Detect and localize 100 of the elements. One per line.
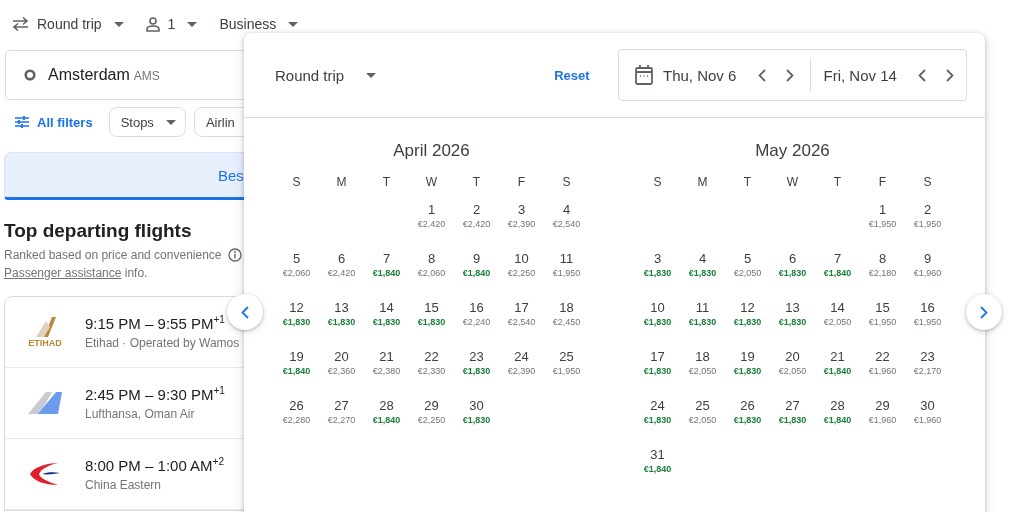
day-number: 26 bbox=[289, 398, 304, 413]
day-price: €2,060 bbox=[417, 268, 446, 278]
departure-date[interactable]: Thu, Nov 6 bbox=[663, 66, 737, 84]
calendar-day[interactable]: 16 €1,950 bbox=[905, 297, 950, 346]
info-icon[interactable] bbox=[227, 248, 242, 262]
calendar-day[interactable]: 16 €2,240 bbox=[454, 297, 499, 346]
calendar-day[interactable]: 8 €2,180 bbox=[860, 248, 905, 297]
reset-button[interactable]: Reset bbox=[554, 67, 590, 83]
calendar-day[interactable]: 30 €1,830 bbox=[454, 395, 499, 444]
calendar-day[interactable]: 25 €2,050 bbox=[680, 395, 725, 444]
next-month-button[interactable] bbox=[966, 294, 1002, 330]
calendar-day[interactable]: 18 €2,450 bbox=[544, 297, 589, 346]
calendar-day[interactable]: 12 €1,830 bbox=[725, 297, 770, 346]
day-price: €2,360 bbox=[327, 366, 356, 376]
calendar-day[interactable]: 29 €1,960 bbox=[860, 395, 905, 444]
caret-icon bbox=[366, 72, 377, 78]
calendar-day[interactable]: 23 €1,830 bbox=[454, 346, 499, 395]
calendar-day[interactable]: 13 €1,830 bbox=[770, 297, 815, 346]
calendar-day[interactable]: 27 €1,830 bbox=[770, 395, 815, 444]
calendar-day[interactable]: 17 €1,830 bbox=[635, 346, 680, 395]
calendar-day[interactable]: 29 €2,250 bbox=[409, 395, 454, 444]
calendar-day[interactable]: 7 €1,840 bbox=[815, 248, 860, 297]
day-price: €1,840 bbox=[372, 268, 401, 278]
calendar-day[interactable]: 17 €2,540 bbox=[499, 297, 544, 346]
calendar-day[interactable]: 15 €1,950 bbox=[860, 297, 905, 346]
month-title: May 2026 bbox=[754, 141, 831, 162]
calendar-day[interactable]: 19 €1,830 bbox=[725, 346, 770, 395]
calendar-day[interactable]: 21 €2,380 bbox=[364, 346, 409, 395]
previous-day-icon[interactable] bbox=[918, 68, 926, 82]
calendar-day[interactable]: 18 €2,050 bbox=[680, 346, 725, 395]
calendar-day[interactable]: 10 €2,250 bbox=[499, 248, 544, 297]
day-price: €2,050 bbox=[688, 366, 717, 376]
assistance-link[interactable]: Passenger assistance bbox=[4, 266, 122, 280]
calendar-day[interactable]: 24 €1,830 bbox=[635, 395, 680, 444]
calendar-day[interactable]: 15 €1,830 bbox=[409, 297, 454, 346]
day-number: 5 bbox=[292, 251, 301, 266]
calendar-day[interactable]: 2 €2,420 bbox=[454, 199, 499, 248]
calendar-day[interactable]: 22 €2,330 bbox=[409, 346, 454, 395]
day-price: €2,540 bbox=[552, 219, 581, 229]
weekday-label: T bbox=[742, 175, 753, 191]
day-number: 24 bbox=[514, 349, 529, 364]
calendar-day[interactable]: 14 €2,050 bbox=[815, 297, 860, 346]
calendar-day[interactable]: 28 €1,840 bbox=[364, 395, 409, 444]
calendar-day[interactable]: 23 €2,170 bbox=[905, 346, 950, 395]
filter-chip[interactable]: Airlin bbox=[193, 107, 244, 137]
origin-field[interactable]: Amsterdam AMS bbox=[5, 50, 244, 100]
calendar-day[interactable]: 2 €1,950 bbox=[905, 199, 950, 248]
day-number: 26 bbox=[740, 398, 755, 413]
weekday-label: F bbox=[877, 175, 888, 191]
calendar-day[interactable]: 27 €2,270 bbox=[319, 395, 364, 444]
previous-day-icon[interactable] bbox=[757, 68, 766, 82]
calendar-day[interactable]: 22 €1,960 bbox=[860, 346, 905, 395]
calendar-day[interactable]: 24 €2,390 bbox=[499, 346, 544, 395]
calendar-day[interactable]: 26 €2,280 bbox=[274, 395, 319, 444]
calendar-day[interactable]: 11 €1,950 bbox=[544, 248, 589, 297]
calendar-day[interactable]: 14 €1,830 bbox=[364, 297, 409, 346]
calendar-day[interactable]: 1 €2,420 bbox=[409, 199, 454, 248]
filter-chip[interactable]: Stops bbox=[108, 107, 186, 137]
caret-icon bbox=[288, 21, 299, 27]
calendar-day[interactable]: 4 €2,540 bbox=[544, 199, 589, 248]
calendar-day[interactable]: 7 €1,840 bbox=[364, 248, 409, 297]
chevron-right-icon[interactable] bbox=[980, 305, 988, 319]
passengers-dropdown[interactable]: 1 bbox=[145, 16, 198, 32]
calendar-day[interactable]: 20 €2,360 bbox=[319, 346, 364, 395]
date-range-field[interactable]: Thu, Nov 6 Fri, Nov 14 bbox=[618, 49, 967, 101]
calendar-day[interactable]: 25 €1,950 bbox=[544, 346, 589, 395]
calendar-day[interactable]: 31 €1,840 bbox=[635, 444, 680, 493]
calendar-day[interactable]: 5 €2,050 bbox=[725, 248, 770, 297]
next-day-icon[interactable] bbox=[946, 68, 954, 82]
cabin-class-dropdown[interactable]: Business bbox=[219, 16, 299, 32]
calendar-day[interactable]: 21 €1,840 bbox=[815, 346, 860, 395]
calendar-day[interactable]: 9 €1,960 bbox=[905, 248, 950, 297]
day-price: €1,950 bbox=[913, 317, 942, 327]
calendar-day[interactable]: 11 €1,830 bbox=[680, 297, 725, 346]
calendar-day[interactable]: 3 €1,830 bbox=[635, 248, 680, 297]
calendar-day[interactable]: 12 €1,830 bbox=[274, 297, 319, 346]
calendar-day[interactable]: 6 €2,420 bbox=[319, 248, 364, 297]
trip-type-dropdown[interactable]: Round trip bbox=[12, 16, 124, 32]
trip-type-dropdown[interactable]: Round trip bbox=[275, 66, 377, 84]
calendar-day[interactable]: 9 €1,840 bbox=[454, 248, 499, 297]
calendar-day[interactable]: 1 €1,950 bbox=[860, 199, 905, 248]
calendar-day[interactable]: 13 €1,830 bbox=[319, 297, 364, 346]
calendar-day[interactable]: 28 €1,840 bbox=[815, 395, 860, 444]
calendar-day[interactable]: 6 €1,830 bbox=[770, 248, 815, 297]
calendar-day[interactable]: 30 €1,960 bbox=[905, 395, 950, 444]
next-day-icon[interactable] bbox=[785, 68, 794, 82]
chevron-left-icon[interactable] bbox=[241, 305, 249, 319]
calendar-day[interactable]: 8 €2,060 bbox=[409, 248, 454, 297]
day-number: 7 bbox=[382, 251, 391, 266]
sort-tab[interactable]: Bes bbox=[4, 152, 244, 200]
all-filters-button[interactable]: All filters bbox=[0, 114, 93, 130]
calendar-day[interactable]: 5 €2,060 bbox=[274, 248, 319, 297]
calendar-day[interactable]: 10 €1,830 bbox=[635, 297, 680, 346]
calendar-day[interactable]: 4 €1,830 bbox=[680, 248, 725, 297]
calendar-day[interactable]: 19 €1,840 bbox=[274, 346, 319, 395]
previous-month-button[interactable] bbox=[227, 294, 263, 330]
calendar-day[interactable]: 3 €2,390 bbox=[499, 199, 544, 248]
calendar-day[interactable]: 20 €2,050 bbox=[770, 346, 815, 395]
calendar-day[interactable]: 26 €1,830 bbox=[725, 395, 770, 444]
return-date[interactable]: Fri, Nov 14 bbox=[823, 66, 897, 84]
